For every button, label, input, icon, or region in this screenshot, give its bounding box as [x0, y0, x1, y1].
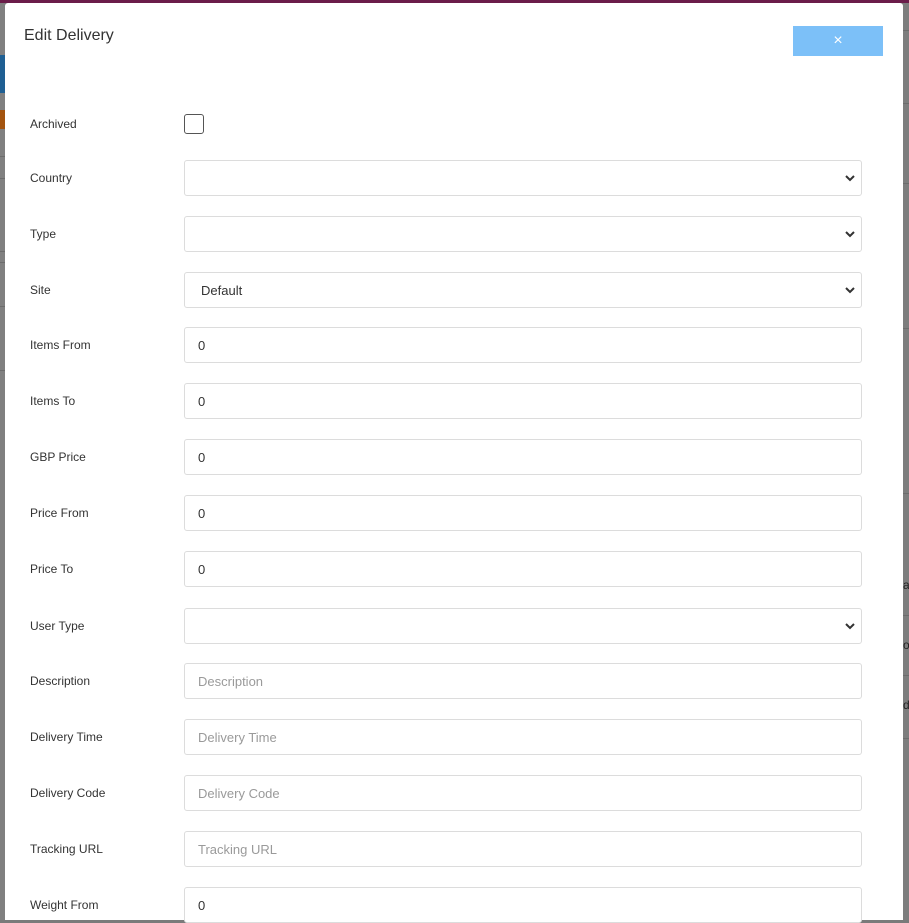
background-text-fragment: ot [903, 638, 909, 652]
form-row-items-from: Items From 0 [5, 327, 903, 363]
background-page-right: ac ot de [903, 3, 909, 920]
archived-checkbox[interactable] [184, 114, 204, 134]
form-row-price-from: Price From 0 [5, 495, 903, 531]
input-value: 0 [198, 338, 206, 353]
gbp-price-input[interactable]: 0 [184, 439, 862, 475]
field-label: Country [30, 171, 73, 185]
modal-title: Edit Delivery [24, 27, 114, 44]
input-value: 0 [198, 898, 206, 913]
weight-from-input[interactable]: 0 [184, 887, 862, 923]
field-label: User Type [30, 619, 85, 633]
site-select[interactable]: Default [184, 272, 862, 308]
input-placeholder: Delivery Code [198, 786, 280, 801]
field-label: Delivery Code [30, 786, 106, 800]
input-value: 0 [198, 562, 206, 577]
select-value: Default [201, 283, 243, 298]
field-label: Weight From [30, 898, 99, 912]
chevron-down-icon [845, 623, 855, 630]
delivery-time-input[interactable]: Delivery Time [184, 719, 862, 755]
field-label: Price From [30, 506, 89, 520]
form-row-items-to: Items To 0 [5, 383, 903, 419]
price-to-input[interactable]: 0 [184, 551, 862, 587]
form-row-gbp-price: GBP Price 0 [5, 439, 903, 475]
form-row-site: Site Default [5, 272, 903, 308]
edit-delivery-modal: Edit Delivery × Archived Country Type Si… [5, 3, 903, 923]
form-row-user-type: User Type [5, 608, 903, 644]
user-type-select[interactable] [184, 608, 862, 644]
close-button[interactable]: × [793, 26, 883, 56]
form-row-country: Country [5, 160, 903, 196]
chevron-down-icon [845, 231, 855, 238]
form-row-price-to: Price To 0 [5, 551, 903, 587]
field-label: Delivery Time [30, 730, 103, 744]
field-label: Items From [30, 338, 91, 352]
country-select[interactable] [184, 160, 862, 196]
price-from-input[interactable]: 0 [184, 495, 862, 531]
form-row-type: Type [5, 216, 903, 252]
background-text-fragment: de [903, 698, 909, 712]
form-row-tracking-url: Tracking URL Tracking URL [5, 831, 903, 867]
close-icon: × [833, 32, 843, 49]
chevron-down-icon [845, 287, 855, 294]
input-value: 0 [198, 506, 206, 521]
form-row-archived: Archived [5, 106, 903, 142]
field-label: Description [30, 674, 91, 688]
field-label: Site [30, 283, 51, 297]
field-label: Tracking URL [30, 842, 103, 856]
items-to-input[interactable]: 0 [184, 383, 862, 419]
field-label: Price To [30, 562, 74, 576]
chevron-down-icon [845, 175, 855, 182]
input-value: 0 [198, 450, 206, 465]
description-input[interactable]: Description [184, 663, 862, 699]
tracking-url-input[interactable]: Tracking URL [184, 831, 862, 867]
field-label: Items To [30, 394, 76, 408]
input-placeholder: Delivery Time [198, 730, 277, 745]
input-value: 0 [198, 394, 206, 409]
background-text-fragment: ac [903, 578, 909, 592]
items-from-input[interactable]: 0 [184, 327, 862, 363]
form-row-delivery-code: Delivery Code Delivery Code [5, 775, 903, 811]
form-row-delivery-time: Delivery Time Delivery Time [5, 719, 903, 755]
form-row-weight-from: Weight From 0 [5, 887, 903, 923]
field-label: GBP Price [30, 450, 86, 464]
form-row-description: Description Description [5, 663, 903, 699]
field-label: Archived [30, 117, 77, 131]
field-label: Type [30, 227, 57, 241]
input-placeholder: Description [198, 674, 264, 689]
delivery-code-input[interactable]: Delivery Code [184, 775, 862, 811]
input-placeholder: Tracking URL [198, 842, 277, 857]
type-select[interactable] [184, 216, 862, 252]
